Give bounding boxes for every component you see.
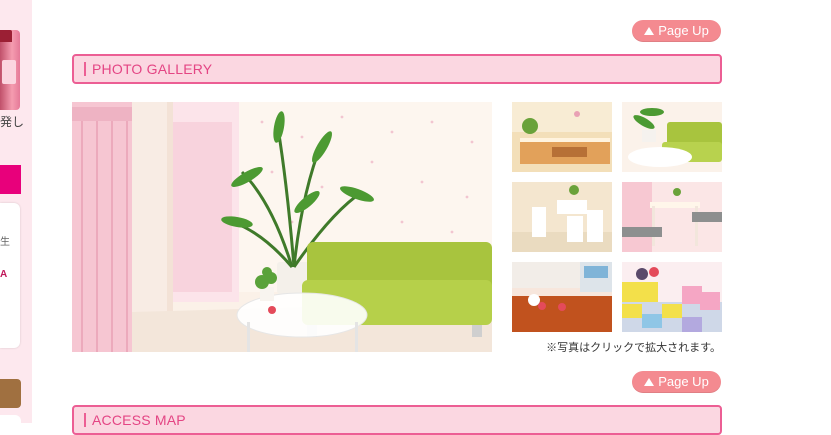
sidebar-panel-text: 生 [0, 237, 10, 248]
sidebar-bottom-panel [0, 415, 21, 423]
gallery-thumbnail[interactable] [512, 262, 612, 332]
section-title: ACCESS MAP [92, 412, 186, 428]
section-title: PHOTO GALLERY [92, 61, 213, 77]
product-bottle-image[interactable] [0, 30, 20, 110]
gallery-thumbnail[interactable] [622, 262, 722, 332]
main-gallery-photo[interactable] [72, 102, 492, 352]
bottle-cap [0, 30, 12, 42]
sidebar-brown-banner[interactable] [0, 379, 21, 408]
page-up-button[interactable]: Page Up [632, 371, 721, 393]
page-up-label: Page Up [658, 23, 709, 38]
gallery-caption: ※写真はクリックで拡大されます。 [546, 342, 721, 354]
gallery-thumbnail[interactable] [512, 182, 612, 252]
sidebar-panel-highlight: A [0, 269, 8, 280]
arrow-up-icon [644, 27, 655, 35]
gallery-thumbnail[interactable] [512, 102, 612, 172]
sidebar-nav-bar[interactable] [0, 165, 21, 194]
photo-gallery-header: PHOTO GALLERY [72, 54, 722, 84]
page-up-label: Page Up [658, 374, 709, 389]
page-up-button[interactable]: Page Up [632, 20, 721, 42]
gallery-thumbnail[interactable] [622, 102, 722, 172]
access-map-header: ACCESS MAP [72, 405, 722, 435]
header-marker [84, 413, 86, 427]
bottle-label [2, 60, 16, 84]
sidebar-panel: 生 A [0, 203, 20, 348]
arrow-up-icon [644, 378, 655, 386]
left-sidebar: 発し 生 A [0, 0, 32, 423]
sidebar-text: 発し [0, 115, 25, 129]
header-marker [84, 62, 86, 76]
gallery-thumbnail[interactable] [622, 182, 722, 252]
